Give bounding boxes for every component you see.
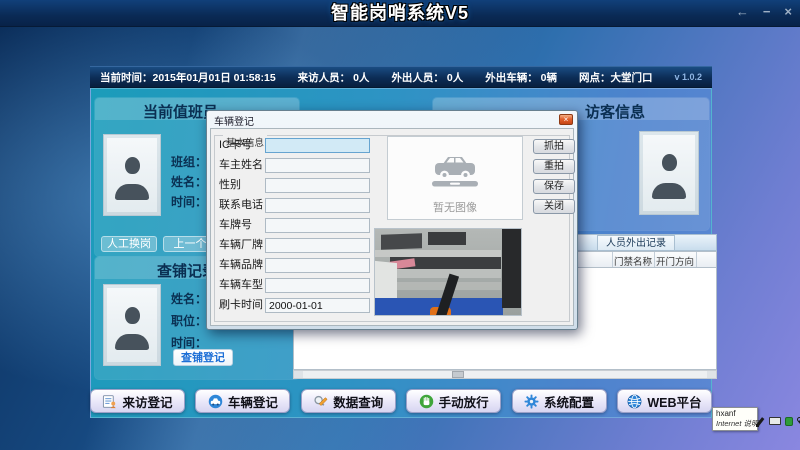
- visitor-count: 来访人员： 0人: [298, 70, 370, 85]
- visitor-panel-title: 访客信息: [585, 101, 645, 122]
- person-silhouette-icon: [107, 138, 157, 212]
- phone-label: 联系电话: [219, 198, 265, 213]
- site-name: 网点：大堂门口: [579, 70, 653, 85]
- toolbar-button-label: 系统配置: [544, 392, 594, 411]
- vehicle-model-label: 车辆车型: [219, 278, 265, 293]
- ic-card-input[interactable]: [265, 138, 370, 153]
- owner-name-input[interactable]: [265, 158, 370, 173]
- vehicle-make-label: 车辆厂牌: [219, 238, 265, 253]
- back-icon[interactable]: ←: [736, 4, 749, 19]
- system-config-button[interactable]: 系统配置: [512, 389, 607, 413]
- app-title: 智能岗哨系统V5: [0, 0, 800, 26]
- scroll-left-arrow[interactable]: [294, 371, 303, 378]
- capture-button[interactable]: 抓拍: [533, 139, 575, 154]
- dialog-close-button[interactable]: ×: [559, 114, 573, 125]
- no-image-text: 暂无图像: [388, 199, 522, 215]
- web-platform-icon: [627, 394, 642, 409]
- h-scrollbar[interactable]: [293, 370, 717, 379]
- out-vehicle-count: 外出车辆： 0辆: [485, 70, 557, 85]
- patrol-register-button[interactable]: 查铺登记: [173, 349, 233, 366]
- toolbar-button-label: 车辆登记: [228, 392, 278, 411]
- duty-group-label: 班组：: [171, 153, 207, 170]
- close-button[interactable]: 关闭: [533, 199, 575, 214]
- owner-name-label: 车主姓名: [219, 158, 265, 173]
- ime-language-bar: [756, 417, 800, 428]
- ime-primary-text: hxanf: [716, 409, 754, 419]
- close-icon[interactable]: ×: [784, 4, 792, 19]
- statusbar: 当前时间：2015年01月01日 01:58:15 来访人员： 0人 外出人员：…: [90, 66, 712, 88]
- version-label: v 1.0.2: [674, 72, 702, 82]
- vehicle-register-button[interactable]: 车辆登记: [195, 389, 290, 413]
- manual-release-button[interactable]: 手动放行: [406, 389, 501, 413]
- ic-card-label: IC卡号: [219, 138, 265, 153]
- phone-input[interactable]: [265, 198, 370, 213]
- vehicle-brand-input[interactable]: [265, 258, 370, 273]
- vehicle-register-icon: [208, 394, 223, 409]
- scroll-thumb[interactable]: [452, 371, 464, 378]
- camera-feed: [374, 228, 522, 316]
- vehicle-model-input[interactable]: [265, 278, 370, 293]
- dialog-title: 车辆登记: [214, 113, 254, 128]
- manual-release-icon: [419, 394, 434, 409]
- duty-photo: [103, 134, 161, 216]
- person-silhouette-icon: [643, 135, 695, 211]
- plate-number-label: 车牌号: [219, 218, 265, 233]
- gender-label: 性别: [219, 178, 265, 193]
- desktop: 智能岗哨系统V5 ← − × 当前时间：2015年01月01日 01:58:15…: [0, 0, 800, 450]
- toolbar-button-label: 来访登记: [122, 392, 172, 411]
- toolbar-button-label: WEB平台: [647, 392, 701, 411]
- toolbar-button-label: 手动放行: [439, 392, 489, 411]
- patrol-name-label: 姓名：: [171, 290, 207, 307]
- visitor-photo: [639, 131, 699, 215]
- ime-mode-icon[interactable]: [785, 417, 793, 426]
- gender-input[interactable]: [265, 178, 370, 193]
- plate-number-input[interactable]: [265, 218, 370, 233]
- ime-tooltip: hxanf Internet 说明: [712, 407, 758, 431]
- snapshot-placeholder: 暂无图像: [387, 136, 523, 220]
- close-icon: ×: [564, 115, 569, 124]
- vehicle-brand-label: 车辆品牌: [219, 258, 265, 273]
- ime-secondary-text: Internet 说明: [716, 419, 754, 428]
- web-platform-button[interactable]: WEB平台: [617, 389, 712, 413]
- column-divider: [696, 252, 697, 267]
- dialog-client-area: 基本信息 IC卡号 车主姓名 性别 联系电话 车牌号 车辆厂牌 车辆品牌 车辆车…: [210, 128, 574, 326]
- col-open-direction: 开门方向: [655, 254, 695, 268]
- patrol-photo: [103, 284, 161, 366]
- duty-time-label: 时间：: [171, 193, 207, 210]
- scroll-right-arrow[interactable]: [707, 371, 716, 378]
- ime-pen-icon[interactable]: [756, 417, 765, 427]
- out-person-count: 外出人员： 0人: [391, 70, 463, 85]
- app-titlebar: 智能岗哨系统V5 ← − ×: [0, 0, 800, 27]
- system-config-icon: [524, 394, 539, 409]
- retake-button[interactable]: 重拍: [533, 159, 575, 174]
- col-door-name: 门禁名称: [613, 254, 653, 268]
- car-icon: [429, 151, 481, 189]
- save-button[interactable]: 保存: [533, 179, 575, 194]
- data-query-button[interactable]: 数据查询: [301, 389, 396, 413]
- current-time: 当前时间：2015年01月01日 01:58:15: [100, 70, 276, 85]
- person-silhouette-icon: [107, 288, 157, 362]
- swipe-time-label: 刷卡时间: [219, 298, 265, 313]
- toolbar-button-label: 数据查询: [333, 392, 383, 411]
- vehicle-registration-dialog: 车辆登记 × 基本信息 IC卡号 车主姓名 性别 联系电话 车牌号 车辆厂牌 车…: [206, 110, 578, 330]
- window-controls: ← − ×: [736, 4, 792, 19]
- vehicle-make-input[interactable]: [265, 238, 370, 253]
- swipe-time-input[interactable]: [265, 298, 370, 313]
- tab-person-out-records[interactable]: 人员外出记录: [597, 235, 675, 250]
- bottom-toolbar: 来访登记 车辆登记 数据查询: [90, 388, 712, 414]
- wrench-icon[interactable]: [796, 417, 800, 427]
- keyboard-icon[interactable]: [769, 417, 781, 425]
- data-query-icon: [313, 394, 328, 409]
- duty-name-label: 姓名：: [171, 173, 207, 190]
- minimize-icon[interactable]: −: [763, 4, 771, 19]
- manual-shift-button[interactable]: 人工换岗: [101, 236, 157, 252]
- visitor-register-icon: [102, 394, 117, 409]
- patrol-position-label: 职位：: [171, 312, 207, 329]
- visitor-register-button[interactable]: 来访登记: [90, 389, 185, 413]
